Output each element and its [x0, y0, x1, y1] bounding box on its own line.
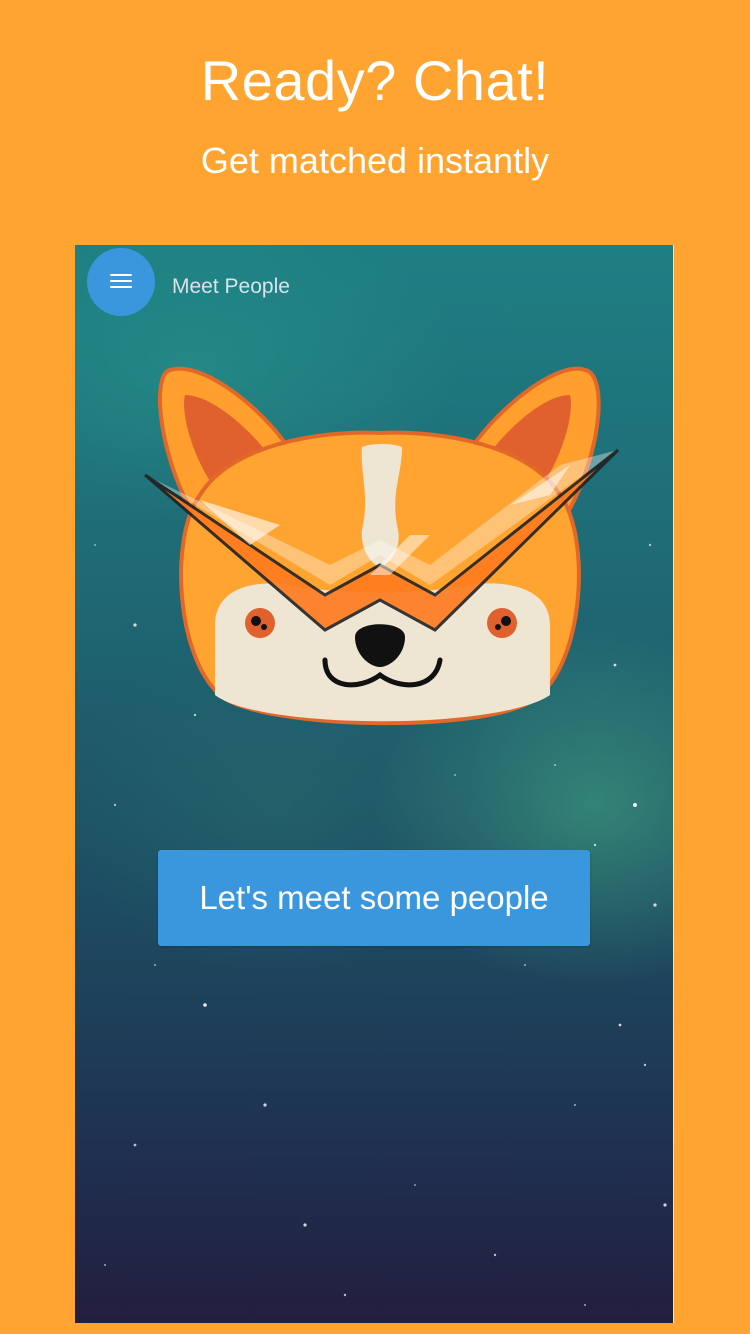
fox-mascot-image	[144, 366, 620, 726]
app-screen: Meet People Let's meet some people	[75, 245, 674, 1323]
meet-people-button[interactable]: Let's meet some people	[158, 850, 590, 946]
hamburger-menu-icon	[110, 274, 132, 290]
menu-button[interactable]	[87, 248, 155, 316]
app-title: Meet People	[172, 275, 290, 298]
promo-subline: Get matched instantly	[200, 140, 550, 181]
promo-headline: Ready? Chat!	[200, 49, 550, 112]
